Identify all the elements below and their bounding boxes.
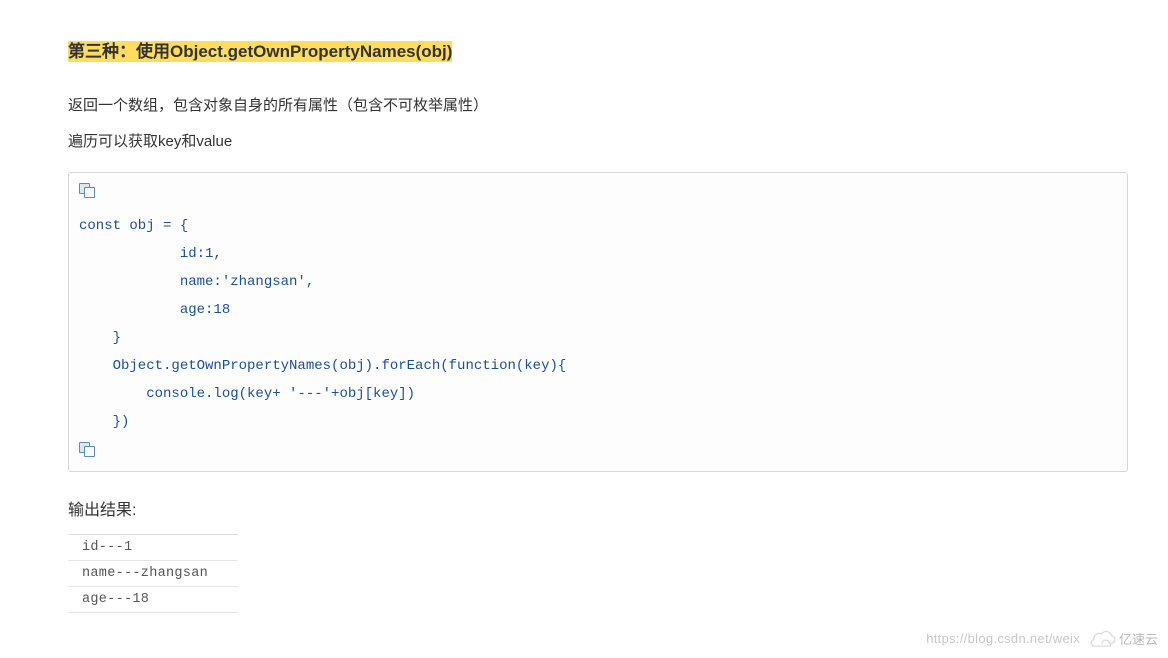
paragraph-note: 遍历可以获取key和value: [68, 129, 1128, 155]
cloud-icon: [1090, 630, 1116, 648]
output-row: id---1: [68, 535, 238, 561]
watermark-url: https://blog.csdn.net/weix: [926, 631, 1080, 646]
code-content: const obj = { id:1, name:'zhangsan', age…: [79, 212, 1117, 436]
output-box: id---1 name---zhangsan age---18: [68, 534, 238, 613]
paragraph-description: 返回一个数组，包含对象自身的所有属性（包含不可枚举属性）: [68, 93, 1128, 119]
output-row: name---zhangsan: [68, 561, 238, 587]
code-toolbar-bottom: [79, 436, 1117, 463]
code-block: const obj = { id:1, name:'zhangsan', age…: [68, 172, 1128, 472]
copy-icon[interactable]: [79, 442, 97, 458]
output-heading: 输出结果:: [68, 496, 1128, 520]
section-heading-wrap: 第三种：使用Object.getOwnPropertyNames(obj): [68, 38, 1128, 65]
article-body: 第三种：使用Object.getOwnPropertyNames(obj) 返回…: [68, 0, 1128, 613]
section-heading: 第三种：使用Object.getOwnPropertyNames(obj): [68, 41, 452, 62]
code-toolbar-top: [79, 183, 1117, 212]
output-row: age---18: [68, 587, 238, 613]
watermark-brand-text: 亿速云: [1119, 629, 1158, 648]
copy-icon[interactable]: [79, 183, 97, 199]
watermark-brand: 亿速云: [1090, 629, 1158, 648]
